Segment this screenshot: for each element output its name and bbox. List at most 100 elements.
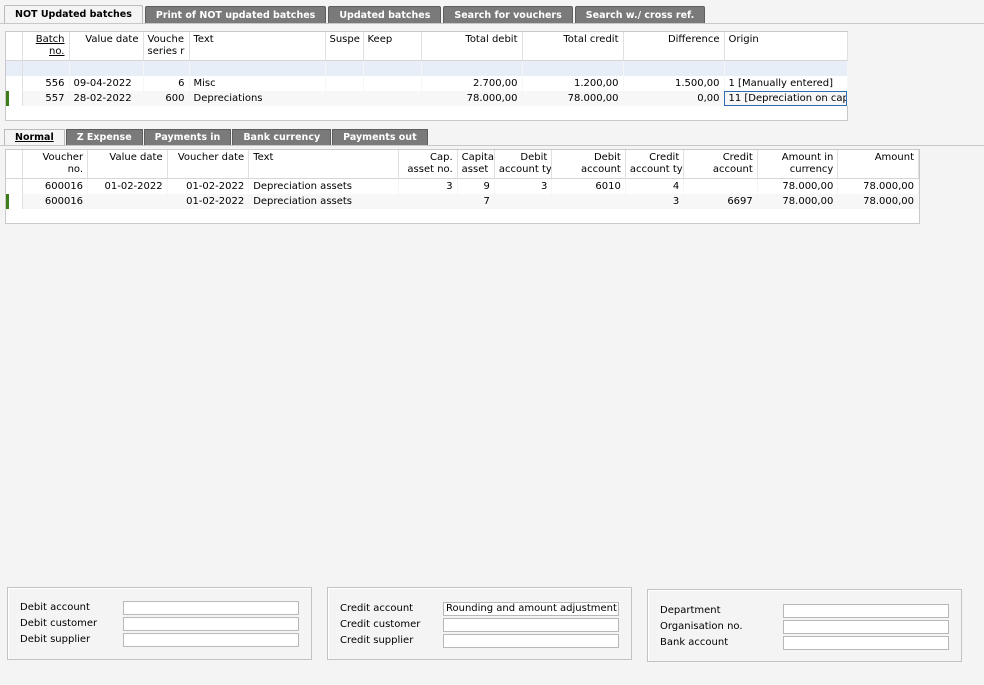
detail-tab-bar: Normal Z Expense Payments in Bank curren… [4, 129, 429, 146]
cell-credit-account-type[interactable]: 3 [625, 194, 685, 209]
credit-account-field[interactable]: Rounding and amount adjustment [443, 602, 619, 616]
debit-account-field[interactable] [123, 601, 299, 615]
cell-difference[interactable]: 1.500,00 [623, 76, 725, 91]
tab-bank-currency[interactable]: Bank currency [232, 129, 332, 145]
tab-z-expense[interactable]: Z Expense [65, 129, 143, 145]
cell-value-date[interactable]: 01-02-2022 [87, 178, 168, 194]
row-marker [6, 178, 23, 194]
detail-tab-divider [0, 145, 984, 146]
cell-credit-account[interactable] [683, 178, 758, 194]
cell-voucher-series[interactable]: 600 [143, 91, 190, 106]
cell-voucher-date[interactable]: 01-02-2022 [167, 194, 250, 209]
filter-row[interactable] [6, 60, 848, 76]
cell-keep[interactable] [363, 91, 422, 106]
cell-amount[interactable]: 78.000,00 [837, 194, 919, 209]
debit-supplier-label: Debit supplier [20, 634, 91, 645]
cell-text[interactable]: Depreciation assets [248, 178, 400, 194]
batches-grid: Batch no. Value date Vouche series r Text … [5, 31, 848, 121]
cell-text[interactable]: Depreciation assets [248, 194, 400, 209]
organisation-no-label: Organisation no. [660, 621, 743, 632]
cell-batch-no[interactable]: 556 [22, 76, 70, 91]
col-amount[interactable]: Amount [837, 150, 919, 179]
col-debit-account-type[interactable]: Debit account ty [494, 150, 553, 179]
cell-total-debit[interactable]: 78.000,00 [421, 91, 523, 106]
cell-total-debit[interactable]: 2.700,00 [421, 76, 523, 91]
cell-voucher-no[interactable]: 600016 [22, 178, 89, 194]
cell-debit-account[interactable] [551, 194, 626, 209]
table-row[interactable]: 600016 01-02-2022 Depreciation assets 7 … [6, 194, 919, 209]
cell-amount[interactable]: 78.000,00 [837, 178, 919, 194]
tab-updated-batches[interactable]: Updated batches [328, 6, 442, 23]
cell-cap-asset-no[interactable] [398, 194, 458, 209]
debit-customer-field[interactable] [123, 617, 299, 631]
cell-origin[interactable]: 11 [Depreciation on cap [724, 91, 848, 106]
cell-total-credit[interactable]: 78.000,00 [522, 91, 624, 106]
col-difference[interactable]: Difference [623, 32, 725, 61]
cell-voucher-series[interactable]: 6 [143, 76, 190, 91]
cell-batch-no[interactable]: 557 [22, 91, 70, 106]
col-credit-account[interactable]: Credit account [683, 150, 758, 179]
cell-difference[interactable]: 0,00 [623, 91, 725, 106]
col-suspense[interactable]: Suspe [325, 32, 364, 61]
col-value-date[interactable]: Value date [87, 150, 168, 179]
organisation-panel: Department Organisation no. Bank account [647, 589, 962, 662]
cell-keep[interactable] [363, 76, 422, 91]
credit-customer-field[interactable] [443, 618, 619, 632]
cell-credit-account[interactable]: 6697 [683, 194, 758, 209]
cell-capital-asset[interactable]: 9 [457, 178, 495, 194]
tab-search-cross-ref[interactable]: Search w./ cross ref. [574, 6, 706, 23]
cell-credit-account-type[interactable]: 4 [625, 178, 685, 194]
tab-search-for-vouchers[interactable]: Search for vouchers [443, 6, 573, 23]
organisation-no-field[interactable] [783, 620, 949, 634]
cell-cap-asset-no[interactable]: 3 [398, 178, 458, 194]
cell-suspense[interactable] [325, 76, 364, 91]
col-voucher-date[interactable]: Voucher date [167, 150, 250, 179]
row-gutter-header [6, 150, 23, 179]
tab-print-not-updated-batches[interactable]: Print of NOT updated batches [144, 6, 327, 23]
cell-text[interactable]: Misc [189, 76, 326, 91]
bank-account-field[interactable] [783, 636, 949, 650]
col-capital-asset[interactable]: Capita asset [457, 150, 495, 179]
credit-supplier-field[interactable] [443, 634, 619, 648]
tab-payments-out[interactable]: Payments out [332, 129, 428, 145]
cell-debit-account-type[interactable] [494, 194, 553, 209]
col-amount-in-currency[interactable]: Amount in currency [757, 150, 839, 179]
debit-panel: Debit account Debit customer Debit suppl… [7, 587, 312, 660]
col-value-date[interactable]: Value date [69, 32, 144, 61]
col-keep[interactable]: Keep [363, 32, 422, 61]
tab-payments-in[interactable]: Payments in [143, 129, 232, 145]
col-debit-account[interactable]: Debit account [551, 150, 626, 179]
cell-total-credit[interactable]: 1.200,00 [522, 76, 624, 91]
table-row[interactable]: 556 09-04-2022 6 Misc 2.700,00 1.200,00 … [6, 76, 848, 91]
col-voucher-no[interactable]: Voucher no. [22, 150, 89, 179]
cell-debit-account[interactable]: 6010 [551, 178, 626, 194]
col-total-credit[interactable]: Total credit [522, 32, 624, 61]
col-text[interactable]: Text [189, 32, 326, 61]
cell-debit-account-type[interactable]: 3 [494, 178, 553, 194]
cell-suspense[interactable] [325, 91, 364, 106]
debit-supplier-field[interactable] [123, 633, 299, 647]
table-row[interactable]: 557 28-02-2022 600 Depreciations 78.000,… [6, 91, 848, 106]
col-voucher-series[interactable]: Vouche series r [143, 32, 190, 61]
col-credit-account-type[interactable]: Credit account ty [625, 150, 685, 179]
col-origin[interactable]: Origin [724, 32, 848, 61]
cell-text[interactable]: Depreciations [189, 91, 326, 106]
credit-panel: Credit account Rounding and amount adjus… [327, 587, 632, 660]
col-total-debit[interactable]: Total debit [421, 32, 523, 61]
col-cap-asset-no[interactable]: Cap. asset no. [398, 150, 458, 179]
cell-capital-asset[interactable]: 7 [457, 194, 495, 209]
col-batch-no[interactable]: Batch no. [22, 32, 70, 61]
cell-amount-in-currency[interactable]: 78.000,00 [757, 194, 839, 209]
cell-value-date[interactable]: 28-02-2022 [69, 91, 144, 106]
department-field[interactable] [783, 604, 949, 618]
col-text[interactable]: Text [248, 150, 400, 179]
cell-amount-in-currency[interactable]: 78.000,00 [757, 178, 839, 194]
tab-not-updated-batches[interactable]: NOT Updated batches [4, 5, 143, 24]
cell-voucher-date[interactable]: 01-02-2022 [167, 178, 250, 194]
cell-voucher-no[interactable]: 600016 [22, 194, 89, 209]
cell-origin[interactable]: 1 [Manually entered] [724, 76, 848, 91]
cell-value-date[interactable]: 09-04-2022 [69, 76, 144, 91]
cell-value-date[interactable] [87, 194, 168, 209]
table-row[interactable]: 600016 01-02-2022 01-02-2022 Depreciatio… [6, 178, 919, 194]
tab-normal[interactable]: Normal [4, 129, 65, 145]
